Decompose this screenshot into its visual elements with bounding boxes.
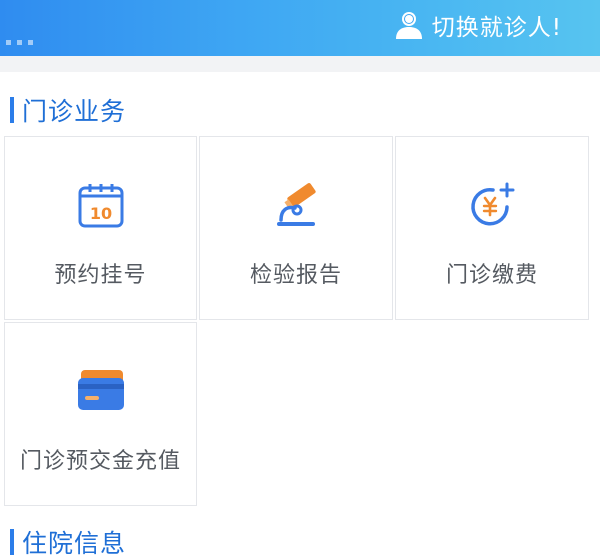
outpatient-section-title: 门诊业务 (10, 92, 126, 128)
section-accent-bar (10, 529, 14, 555)
prepayment-topup-label: 门诊预交金充值 (19, 449, 181, 474)
card-icon (77, 370, 124, 410)
appointment-tile[interactable]: 10 预约挂号 (4, 136, 197, 320)
outpatient-payment-label: 门诊缴费 (445, 263, 538, 288)
prepayment-topup-tile[interactable]: 门诊预交金充值 (4, 322, 197, 506)
user-icon (395, 12, 422, 39)
inpatient-section-title: 住院信息 (10, 524, 126, 560)
lab-report-label: 检验报告 (249, 263, 342, 288)
switch-patient-label: 切换就诊人! (431, 15, 562, 41)
yuan-payment-icon (471, 182, 515, 226)
switch-patient-button[interactable]: 切换就诊人! (394, 8, 562, 42)
svg-text:10: 10 (89, 204, 111, 223)
outpatient-section-label: 门诊业务 (22, 97, 127, 126)
banner-decoration (6, 30, 39, 49)
appointment-label: 预约挂号 (54, 263, 147, 288)
header-banner: 切换就诊人! (0, 0, 600, 56)
outpatient-payment-tile[interactable]: 门诊缴费 (395, 136, 589, 320)
section-accent-bar (10, 97, 14, 123)
microscope-icon (277, 183, 316, 226)
outpatient-services-grid: 10 预约挂号 检验报告 门诊缴费 门诊预交金充值 (4, 136, 589, 506)
inpatient-section-label: 住院信息 (22, 529, 127, 558)
calendar-icon: 10 (78, 184, 123, 228)
divider-band (0, 56, 600, 72)
lab-report-tile[interactable]: 检验报告 (199, 136, 393, 320)
